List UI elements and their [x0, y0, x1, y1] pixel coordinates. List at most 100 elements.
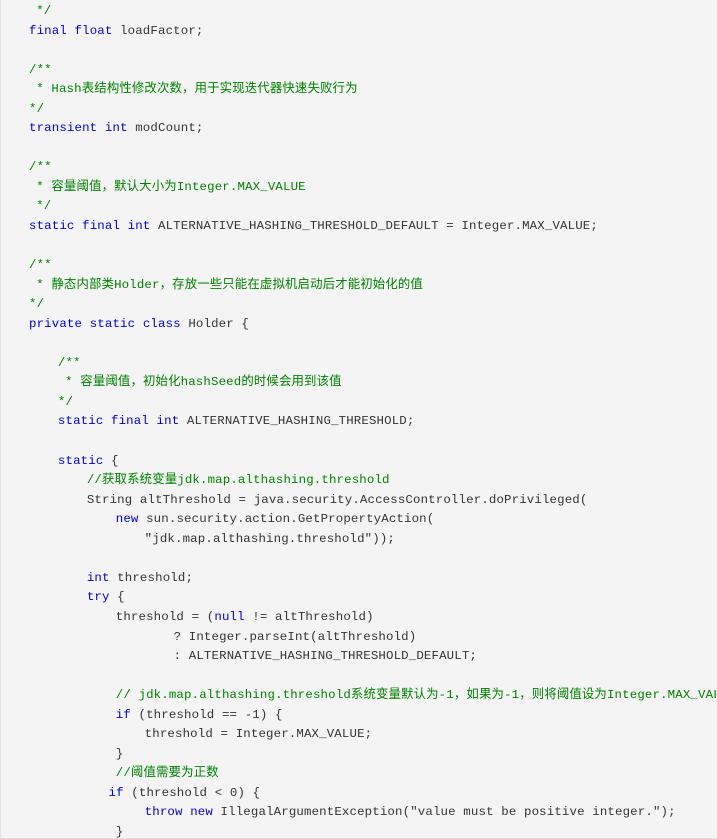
code-token-pl: (threshold == -1) { [130, 707, 283, 722]
code-line: /** [1, 158, 716, 178]
code-token-pl: threshold = ( [115, 609, 215, 624]
code-token-cm: */ [36, 199, 52, 214]
code-token-kw: if [115, 707, 131, 722]
code-line: int threshold; [1, 569, 716, 589]
code-token-cm: /** [29, 160, 52, 175]
code-token-cm: */ [57, 394, 74, 409]
code-token-pl: threshold = Integer.MAX_VALUE; [144, 727, 373, 742]
code-token-kw: throw [144, 805, 183, 820]
code-line: transient int modCount; [1, 119, 716, 139]
code-token-kw: if [108, 785, 124, 800]
code-line: } [1, 745, 716, 765]
code-line: /** [1, 61, 716, 81]
code-token-cm: * 容量阈值，初始化hashSeed的时候会用到该值 [65, 375, 342, 390]
code-token-kw: static [29, 219, 75, 234]
code-line: static { [1, 452, 716, 472]
code-token-st: "value must be positive integer." [410, 805, 661, 820]
code-line: /** [1, 354, 716, 374]
code-token-kw: int [127, 219, 151, 234]
code-token-pl: : ALTERNATIVE_HASHING_THRESHOLD_DEFAULT; [173, 649, 478, 664]
code-token-kw: class [142, 316, 181, 331]
code-line: new sun.security.action.GetPropertyActio… [1, 510, 716, 530]
code-token-pl: String altThreshold = java.security.Acce… [86, 492, 588, 507]
code-token-cm: /** [29, 258, 52, 273]
code-token-kw: static [57, 414, 104, 429]
code-token-kw: final [111, 414, 149, 429]
code-token-pl: Holder { [180, 316, 250, 331]
code-line: */ [1, 393, 716, 413]
code-token-pl: IllegalArgumentException( [212, 805, 411, 820]
code-token-kw: int [104, 121, 128, 136]
code-line: private static class Holder { [1, 315, 716, 335]
code-token-pl: } [115, 824, 124, 839]
code-content[interactable]: */ final float loadFactor; /** * Hash表结构性修… [1, 2, 716, 839]
code-token-pl: (threshold < 0) { [123, 785, 261, 800]
code-token-pl: ? Integer.parseInt(altThreshold) [173, 629, 417, 644]
code-token-cm: */ [36, 4, 52, 18]
code-token-cm: /** [29, 62, 52, 77]
code-token-cm: //阈值需要为正数 [115, 766, 219, 781]
code-line: * 容量阈值，初始化hashSeed的时候会用到该值 [1, 373, 716, 393]
code-token-pl: { [109, 590, 125, 605]
code-token-kw: static [57, 453, 104, 468]
code-line: threshold = (null != altThreshold) [1, 608, 716, 628]
code-line: "jdk.map.althashing.threshold")); [1, 530, 716, 550]
code-token-pl: } [115, 746, 124, 761]
code-line: if (threshold == -1) { [1, 706, 716, 726]
code-token-pl: modCount; [127, 121, 204, 136]
code-line: threshold = Integer.MAX_VALUE; [1, 725, 716, 745]
code-line: */ [1, 100, 716, 120]
code-line: final float loadFactor; [1, 22, 716, 42]
code-line: : ALTERNATIVE_HASHING_THRESHOLD_DEFAULT; [1, 647, 716, 667]
code-token-pl: ALTERNATIVE_HASHING_THRESHOLD; [179, 414, 415, 429]
code-token-pl: threshold; [109, 570, 194, 585]
code-line: */ [1, 295, 716, 315]
code-line: //阈值需要为正数 [1, 764, 716, 784]
code-token-pl: ); [660, 805, 676, 820]
code-line: try { [1, 588, 716, 608]
code-token-kw: float [74, 23, 113, 38]
code-token-kw: private [29, 316, 83, 331]
code-token-pl: { [103, 453, 119, 468]
code-token-cm: * 静态内部类Holder，存放一些只能在虚拟机启动后才能初始化的值 [36, 277, 423, 292]
code-token-cm: * Hash表结构性修改次数，用于实现迭代器快速失败行为 [36, 82, 358, 97]
code-line: static final int ALTERNATIVE_HASHING_THR… [1, 217, 716, 237]
code-token-kw: new [115, 512, 139, 527]
code-token-pl: ALTERNATIVE_HASHING_THRESHOLD_DEFAULT = … [150, 219, 598, 234]
code-token-kw: transient [29, 121, 98, 136]
code-token-kw: final [82, 219, 121, 234]
code-line: */ [1, 197, 716, 217]
code-line: //获取系统变量jdk.map.althashing.threshold [1, 471, 716, 491]
code-token-cm: /** [57, 355, 81, 370]
code-line: // jdk.map.althashing.threshold系统变量默认为-1… [1, 686, 716, 706]
code-token-pl: sun.security.action.GetPropertyAction( [138, 512, 435, 527]
code-token-cm: */ [29, 297, 45, 312]
code-line: /** [1, 256, 716, 276]
code-line: throw new IllegalArgumentException("valu… [1, 803, 716, 823]
code-line: * 容量阈值，默认大小为Integer.MAX_VALUE [1, 178, 716, 198]
code-token-pl: != altThreshold) [244, 609, 374, 624]
code-token-kw: int [156, 414, 180, 429]
code-token-kw: null [214, 609, 245, 624]
code-token-cm: //获取系统变量jdk.map.althashing.threshold [86, 473, 390, 488]
code-token-kw: static [89, 316, 136, 331]
code-block-panel[interactable]: */ final float loadFactor; /** * Hash表结构性修… [0, 0, 717, 839]
code-line: * Hash表结构性修改次数，用于实现迭代器快速失败行为 [1, 80, 716, 100]
code-token-cm: * 容量阈值，默认大小为Integer.MAX_VALUE [36, 179, 306, 194]
code-token-cm: */ [29, 101, 45, 116]
code-line: String altThreshold = java.security.Acce… [1, 491, 716, 511]
code-token-kw: final [29, 23, 67, 38]
